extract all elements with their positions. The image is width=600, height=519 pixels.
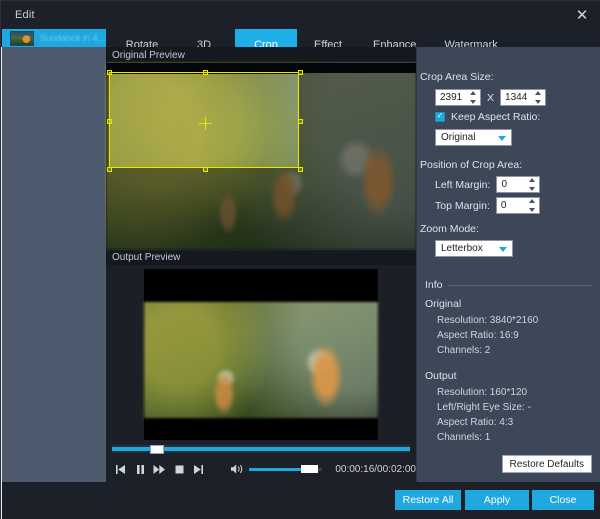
footer-bar: Restore All Apply Close	[2, 482, 600, 519]
pause-icon[interactable]	[131, 460, 148, 479]
transport-bar: 00:00:16/00:02:00	[106, 440, 416, 482]
volume-icon[interactable]	[229, 461, 244, 477]
crop-handle-bottom-center[interactable]	[203, 167, 208, 172]
output-video-frame	[144, 302, 378, 418]
crop-handle-middle-left[interactable]	[107, 119, 112, 124]
zoom-mode-label: Zoom Mode:	[420, 223, 479, 235]
left-margin-decrement-icon[interactable]	[529, 187, 536, 191]
crop-handle-top-right[interactable]	[298, 70, 303, 75]
next-icon[interactable]	[190, 460, 207, 479]
crop-height-arrows[interactable]	[534, 91, 543, 104]
output-eye-size: Left/Right Eye Size: -	[437, 402, 531, 413]
keep-aspect-ratio-label: Keep Aspect Ratio:	[451, 111, 541, 123]
top-margin-arrows[interactable]	[528, 199, 537, 212]
crop-width-arrows[interactable]	[469, 91, 478, 104]
crop-height-stepper[interactable]	[500, 89, 547, 106]
crop-area-size-label: Crop Area Size:	[420, 71, 494, 83]
chevron-down-icon	[498, 136, 506, 141]
close-button[interactable]: Close	[532, 490, 594, 510]
top-margin-label: Top Margin:	[435, 199, 490, 212]
volume-slider[interactable]	[249, 464, 323, 474]
crop-width-stepper[interactable]	[435, 89, 481, 106]
original-channels: Channels: 2	[437, 345, 491, 356]
previous-icon[interactable]	[112, 460, 129, 479]
left-panel	[2, 47, 106, 519]
output-aspect-ratio: Aspect Ratio: 4:3	[437, 417, 514, 428]
close-icon[interactable]: ✕	[571, 5, 593, 25]
original-resolution: Resolution: 3840*2160	[437, 315, 539, 326]
window-title: Edit	[15, 9, 35, 21]
crop-height-decrement-icon[interactable]	[535, 100, 542, 104]
crop-handle-top-center[interactable]	[203, 70, 208, 75]
crop-width-decrement-icon[interactable]	[470, 100, 476, 104]
original-info-heading: Original	[425, 298, 462, 310]
info-divider	[447, 284, 593, 286]
original-preview[interactable]	[106, 63, 416, 249]
output-info-heading: Output	[425, 370, 457, 382]
output-channels: Channels: 1	[437, 432, 491, 443]
crop-handle-middle-right[interactable]	[298, 119, 303, 124]
crop-selection-box[interactable]	[107, 70, 303, 172]
timecode-label: 00:00:16/00:02:00	[335, 463, 416, 475]
left-margin-increment-icon[interactable]	[529, 178, 536, 182]
info-header: Info	[425, 279, 593, 291]
volume-fill	[249, 468, 302, 471]
crop-center-crosshair-icon	[199, 117, 212, 130]
restore-defaults-button[interactable]: Restore Defaults	[501, 455, 592, 473]
preview-stage: Original Preview Output Preview	[106, 47, 416, 482]
stop-icon[interactable]	[170, 460, 187, 479]
crop-handle-top-left[interactable]	[107, 70, 112, 75]
original-aspect-ratio: Aspect Ratio: 16:9	[437, 330, 519, 341]
size-separator-label: X	[487, 91, 495, 104]
info-heading: Info	[425, 279, 443, 291]
output-preview	[106, 265, 416, 445]
left-margin-label: Left Margin:	[435, 178, 491, 191]
chevron-down-icon	[499, 247, 507, 252]
file-list-item[interactable]: Sundance in 4...	[2, 29, 106, 47]
zoom-mode-select[interactable]: Letterbox	[435, 240, 513, 257]
file-name-label: Sundance in 4...	[40, 33, 106, 43]
volume-thumb[interactable]	[301, 465, 319, 473]
output-resolution: Resolution: 160*120	[437, 387, 528, 398]
original-preview-label: Original Preview	[106, 47, 416, 63]
checkmark-icon: ✓	[435, 111, 445, 122]
left-margin-arrows[interactable]	[528, 178, 537, 191]
zoom-mode-value: Letterbox	[441, 243, 483, 254]
crop-width-increment-icon[interactable]	[470, 91, 476, 95]
settings-panel: Crop Area Size: X ✓ Keep Aspect Ra	[416, 47, 600, 482]
crop-handle-bottom-left[interactable]	[107, 167, 112, 172]
progress-slider[interactable]	[112, 445, 410, 454]
crop-height-increment-icon[interactable]	[535, 91, 542, 95]
position-of-crop-area-label: Position of Crop Area:	[420, 159, 523, 171]
top-margin-decrement-icon[interactable]	[528, 208, 535, 212]
left-margin-stepper[interactable]	[496, 176, 541, 193]
aspect-ratio-value: Original	[441, 132, 476, 143]
playback-controls: 00:00:16/00:02:00	[106, 456, 416, 482]
top-margin-increment-icon[interactable]	[528, 199, 535, 203]
aspect-ratio-select[interactable]: Original	[435, 129, 512, 146]
restore-all-button[interactable]: Restore All	[395, 490, 461, 510]
fast-forward-icon[interactable]	[151, 460, 168, 479]
progress-thumb[interactable]	[150, 445, 164, 454]
keep-aspect-ratio-checkbox[interactable]: ✓ Keep Aspect Ratio:	[435, 111, 540, 123]
file-thumbnail	[10, 30, 34, 46]
title-bar: Edit ✕	[1, 1, 600, 29]
output-preview-label: Output Preview	[106, 249, 416, 265]
output-screen	[144, 269, 378, 441]
edit-window: Edit ✕ Rotate 3D Crop Effect Enhance Wat…	[0, 0, 600, 519]
top-margin-stepper[interactable]	[495, 197, 540, 214]
apply-button[interactable]: Apply	[465, 490, 529, 510]
crop-handle-bottom-right[interactable]	[298, 167, 303, 172]
